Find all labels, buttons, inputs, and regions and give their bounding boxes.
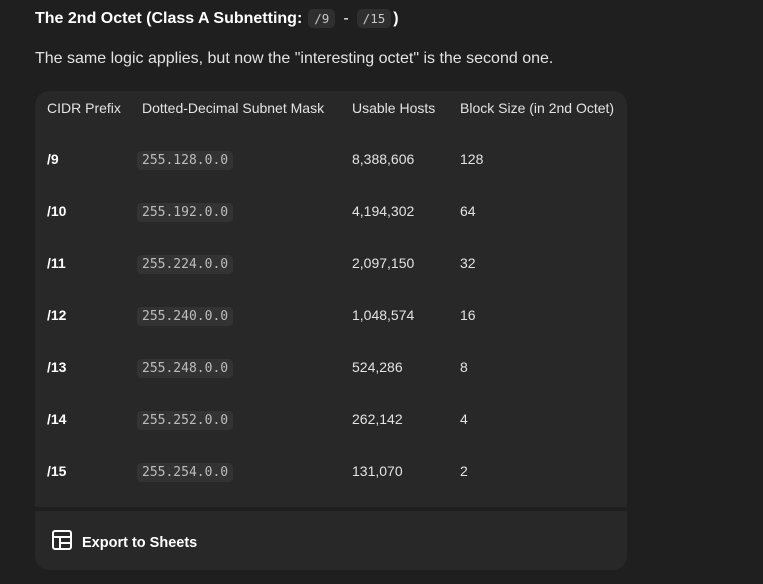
heading-separator: -	[343, 9, 349, 27]
subnet-table: CIDR Prefix Dotted-Decimal Subnet Mask U…	[35, 91, 627, 507]
cell-hosts: 131,070	[352, 463, 403, 479]
intro-paragraph: The same logic applies, but now the "int…	[35, 50, 554, 67]
table-row: /10 255.192.0.0 4,194,302 64	[35, 143, 627, 222]
table-row: /13 255.248.0.0 524,286 8	[35, 299, 627, 378]
code-chip-start: /9	[308, 9, 336, 28]
heading-close: )	[393, 9, 399, 27]
heading-text: The 2nd Octet (Class A Subnetting:	[35, 9, 303, 27]
table-row: /14 255.252.0.0 262,142 4	[35, 351, 627, 430]
section-heading: The 2nd Octet (Class A Subnetting: /9 - …	[35, 9, 399, 28]
table-row: /11 255.224.0.0 2,097,150 32	[35, 195, 627, 274]
table-row: /12 255.240.0.0 1,048,574 16	[35, 247, 627, 326]
cell-mask: 255.254.0.0	[137, 463, 234, 482]
cell-prefix: /15	[47, 463, 67, 479]
table-icon	[51, 529, 73, 556]
cell-block: 2	[460, 463, 468, 479]
export-label: Export to Sheets	[82, 534, 198, 551]
table-row: /9 255.128.0.0 8,388,606 128	[35, 91, 627, 170]
table-row: /15 255.254.0.0 131,070 2	[35, 403, 627, 482]
table-footer: Export to Sheets	[35, 511, 627, 570]
code-chip-end: /15	[356, 9, 392, 28]
export-to-sheets-button[interactable]: Export to Sheets	[51, 529, 197, 556]
